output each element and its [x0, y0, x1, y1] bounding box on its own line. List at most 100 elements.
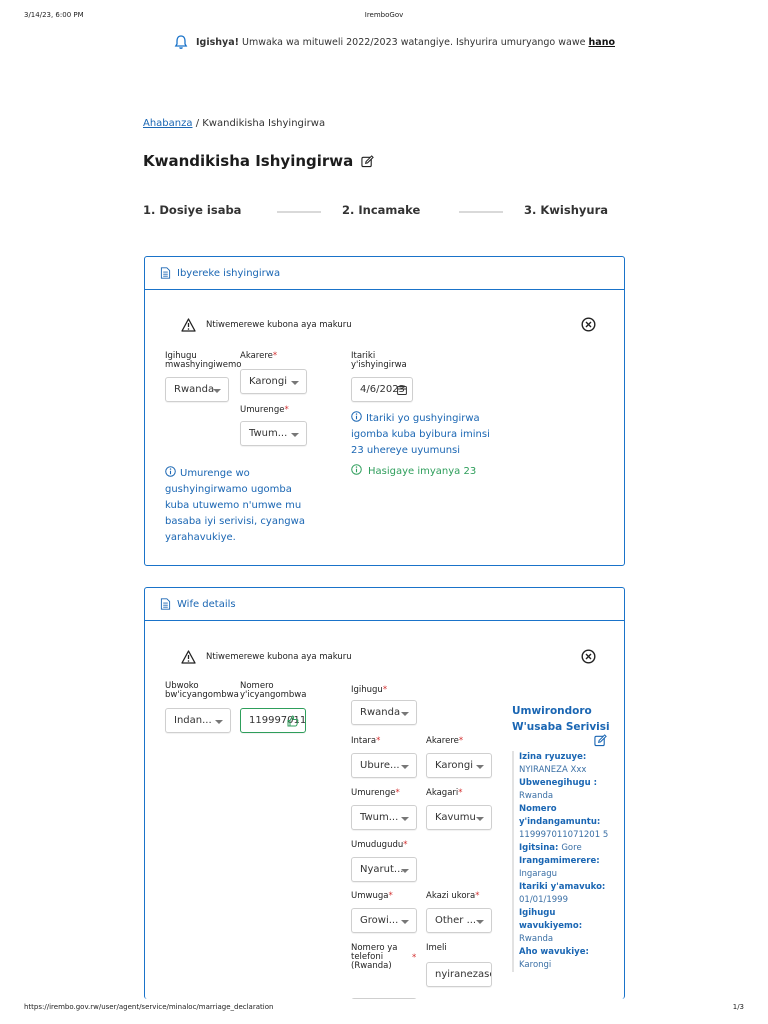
- page-title: Kwandikisha Ishyingirwa: [143, 152, 375, 170]
- marriage-date-info: Itariki yo gushyingirwa igomba kuba byib…: [351, 411, 490, 456]
- profile-field-label: Irangamimerere:: [519, 856, 600, 866]
- id-number-label: Nomero y'icyangombwa: [240, 681, 307, 700]
- profile-field-label: Igihugu wavukiyemo:: [519, 908, 583, 931]
- marriage-date-label: Itariki y'ishyingirwa: [351, 351, 407, 370]
- chevron-down-icon: [215, 720, 223, 724]
- chevron-down-icon: [476, 817, 484, 821]
- village-select[interactable]: Nyarut...: [351, 857, 417, 882]
- occupation-label: Umwuga*: [351, 891, 393, 901]
- step-2[interactable]: 2. Incamake: [342, 203, 420, 217]
- marriage-district-select[interactable]: Karongi: [240, 369, 307, 394]
- marriage-details-card: Ibyereke ishyingirwa Ntiwemerewe kubona …: [144, 256, 625, 566]
- wife-district-label: Akarere*: [426, 736, 464, 746]
- profile-field: Izina ryuzuye: NYIRANEZA Xxx: [519, 751, 612, 777]
- close-icon[interactable]: [581, 317, 596, 332]
- input-value: nyiranezase: [435, 969, 492, 980]
- close-icon[interactable]: [581, 649, 596, 664]
- chevron-down-icon: [476, 920, 484, 924]
- select-value: Indan...: [174, 715, 212, 726]
- phone-required-mark: *: [412, 953, 417, 963]
- profile-field-label: Itariki y'amavuko:: [519, 882, 606, 892]
- work-select[interactable]: Other ...: [426, 908, 492, 933]
- chevron-down-icon: [291, 433, 299, 437]
- profile-field-value: Rwanda: [519, 791, 554, 801]
- wife-country-label: Igihugu*: [351, 685, 388, 695]
- marriage-sector-select[interactable]: Twum...: [240, 421, 307, 446]
- marriage-date-input[interactable]: 4/6/2023: [351, 377, 413, 402]
- edit-icon[interactable]: [361, 154, 375, 168]
- select-value: Karongi: [435, 760, 473, 771]
- profile-field-label: Aho wavukiye:: [519, 947, 589, 957]
- warning-icon: [181, 650, 196, 664]
- wife-details-card: Wife details Ntiwemerewe kubona aya maku…: [144, 587, 625, 999]
- profile-field: Igihugu wavukiyemo: Rwanda: [519, 907, 612, 946]
- card-header: Wife details: [145, 588, 624, 621]
- select-value: Rwanda: [174, 384, 215, 395]
- marriage-sector-label: Umurenge*: [240, 405, 289, 415]
- province-select[interactable]: Ubure...: [351, 753, 417, 778]
- profile-field-label: Igitsina:: [519, 843, 562, 853]
- profile-field-value: Gore: [561, 843, 582, 853]
- step-1[interactable]: 1. Dosiye isaba: [143, 203, 241, 217]
- select-value: Twum...: [249, 428, 288, 439]
- profile-field: Irangamimerere: Ingaragu: [519, 855, 612, 881]
- marriage-date-success: Hasigaye imyanya 23: [351, 464, 501, 480]
- id-number-input[interactable]: 1199970110: [240, 708, 306, 733]
- success-info-icon: [351, 464, 362, 475]
- select-value: Growi...: [360, 915, 399, 926]
- email-label: Imeli: [426, 943, 447, 953]
- wife-district-select[interactable]: Karongi: [426, 753, 492, 778]
- cell-select[interactable]: Kavumu: [426, 805, 492, 830]
- announcement-text: Igishya! Umwaka wa mituweli 2022/2023 wa…: [196, 36, 615, 48]
- info-icon: [351, 411, 362, 422]
- print-url: https://irembo.gov.rw/user/agent/service…: [24, 1003, 274, 1011]
- profile-field-value: Karongi: [519, 960, 552, 970]
- profile-field: Ubwenegihugu : Rwanda: [519, 777, 612, 803]
- stepper: 1. Dosiye isaba 2. Incamake 3. Kwishyura: [143, 203, 623, 219]
- select-value: Karongi: [249, 376, 287, 387]
- phone-input[interactable]: [351, 998, 417, 999]
- profile-field-label: Nomero y'indangamuntu:: [519, 804, 601, 827]
- profile-field-value: 119997011071201 5: [519, 830, 609, 840]
- profile-field-label: Ubwenegihugu :: [519, 778, 598, 788]
- occupation-select[interactable]: Growi...: [351, 908, 417, 933]
- select-value: Rwanda: [360, 707, 401, 718]
- marriage-country-label: Igihugu mwashyingiwemo: [165, 351, 242, 370]
- calendar-icon[interactable]: [397, 385, 407, 395]
- wife-country-select[interactable]: Rwanda: [351, 700, 417, 725]
- select-value: Twum...: [360, 812, 399, 823]
- step-divider: [459, 211, 503, 213]
- applicant-profile: Izina ryuzuye: NYIRANEZA Xxx Ubwenegihugu …: [512, 751, 612, 972]
- restricted-alert: Ntiwemerewe kubona aya makuru: [181, 649, 596, 665]
- step-divider: [277, 211, 321, 213]
- restricted-alert: Ntiwemerewe kubona aya makuru: [181, 317, 596, 333]
- profile-field-value: NYIRANEZA Xxx: [519, 765, 587, 775]
- select-value: Other ...: [435, 915, 477, 926]
- id-type-select[interactable]: Indan...: [165, 708, 231, 733]
- card-header: Ibyereke ishyingirwa: [145, 257, 624, 290]
- announcement-link[interactable]: hano: [589, 37, 615, 48]
- chevron-down-icon: [401, 869, 409, 873]
- edit-icon[interactable]: [594, 734, 607, 747]
- profile-field-value: Ingaragu: [519, 869, 557, 879]
- bell-icon: [174, 35, 188, 49]
- breadcrumb: Ahabanza / Kwandikisha Ishyingirwa: [143, 118, 325, 129]
- info-icon: [165, 466, 176, 477]
- marriage-country-select[interactable]: Rwanda: [165, 377, 229, 402]
- email-input[interactable]: nyiranezase: [426, 962, 492, 987]
- wife-sector-select[interactable]: Twum...: [351, 805, 417, 830]
- chevron-down-icon: [476, 765, 484, 769]
- chevron-down-icon: [213, 389, 221, 393]
- province-label: Intara*: [351, 736, 381, 746]
- step-3[interactable]: 3. Kwishyura: [524, 203, 608, 217]
- cell-label: Akagari*: [426, 788, 463, 798]
- breadcrumb-home-link[interactable]: Ahabanza: [143, 118, 193, 129]
- profile-field: Nomero y'indangamuntu: 119997011071201 5: [519, 803, 612, 842]
- wife-sector-label: Umurenge*: [351, 788, 400, 798]
- breadcrumb-separator: /: [195, 118, 200, 129]
- print-page-number: 1/3: [732, 1003, 744, 1011]
- alert-text: Ntiwemerewe kubona aya makuru: [206, 320, 352, 330]
- warning-icon: [181, 318, 196, 332]
- work-label: Akazi ukora*: [426, 891, 480, 901]
- select-value: Ubure...: [360, 760, 400, 771]
